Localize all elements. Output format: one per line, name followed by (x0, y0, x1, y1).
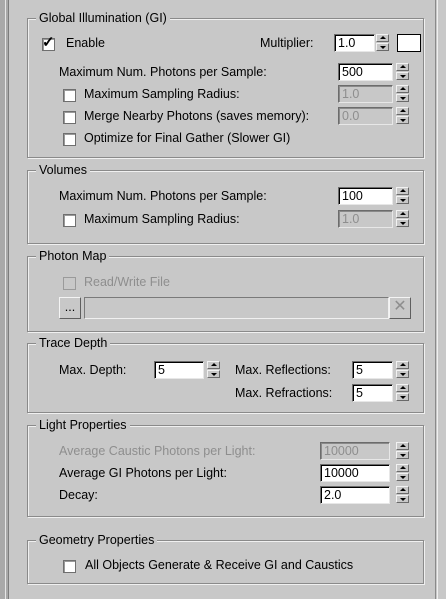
caustic-photons-label: Average Caustic Photons per Light: (59, 444, 256, 458)
decay-field[interactable]: 2.0 (320, 486, 390, 504)
multiplier-label: Multiplier: (260, 36, 314, 50)
decay-spinner[interactable]: 2.0 (320, 486, 409, 504)
gi-max-radius-field[interactable]: 1.0 (338, 85, 393, 103)
all-objects-gi-caustics-checkbox[interactable] (63, 560, 76, 573)
caustic-photons-field[interactable]: 10000 (320, 442, 390, 460)
gi-max-photons-field[interactable]: 500 (338, 63, 393, 81)
read-write-file-checkbox[interactable] (63, 277, 76, 290)
group-title: Volumes (36, 162, 90, 178)
group-volumes: Volumes Maximum Num. Photons per Sample:… (27, 162, 424, 244)
gi-photons-label: Average GI Photons per Light: (59, 466, 227, 480)
multiplier-field[interactable]: 1.0 (334, 34, 375, 52)
vol-max-radius-label: Maximum Sampling Radius: (84, 212, 240, 226)
clear-file-icon[interactable]: ✕ (389, 297, 411, 319)
max-reflections-field[interactable]: 5 (352, 361, 393, 379)
merge-photons-label: Merge Nearby Photons (saves memory): (84, 109, 310, 123)
spinner-arrows-icon[interactable] (396, 187, 409, 205)
spinner-arrows-icon[interactable] (396, 464, 409, 482)
group-trace-depth: Trace Depth Max. Depth: 5 Max. Reflectio… (27, 335, 424, 413)
gi-max-radius-spinner[interactable]: 1.0 (338, 85, 409, 103)
vol-max-radius-spinner[interactable]: 1.0 (338, 210, 409, 228)
gi-max-radius-checkbox[interactable] (63, 89, 76, 102)
decay-label: Decay: (59, 488, 98, 502)
spinner-arrows-icon[interactable] (396, 384, 409, 402)
spinner-arrows-icon[interactable] (396, 210, 409, 228)
multiplier-spinner[interactable]: 1.0 (334, 34, 390, 52)
all-objects-gi-caustics-label: All Objects Generate & Receive GI and Ca… (85, 558, 354, 572)
spinner-arrows-icon[interactable] (396, 442, 409, 460)
optimize-final-gather-checkbox[interactable] (63, 133, 76, 146)
multiplier-color-swatch[interactable] (397, 34, 421, 52)
read-write-file-label: Read/Write File (84, 275, 170, 289)
photon-map-file-field[interactable] (84, 297, 389, 319)
max-reflections-label: Max. Reflections: (235, 363, 331, 377)
gi-max-radius-label: Maximum Sampling Radius: (84, 87, 240, 101)
vol-max-photons-spinner[interactable]: 100 (338, 187, 409, 205)
group-light-properties: Light Properties Average Caustic Photons… (27, 417, 424, 517)
gi-max-photons-spinner[interactable]: 500 (338, 63, 409, 81)
group-photon-map: Photon Map Read/Write File ... ✕ (27, 248, 424, 332)
browse-file-button[interactable]: ... (59, 297, 81, 319)
gi-photons-spinner[interactable]: 10000 (320, 464, 409, 482)
vol-max-photons-field[interactable]: 100 (338, 187, 393, 205)
optimize-final-gather-label: Optimize for Final Gather (Slower GI) (84, 131, 291, 145)
group-title: Photon Map (36, 248, 110, 264)
checkmark-icon: ✓ (42, 34, 55, 51)
vol-max-radius-checkbox[interactable] (63, 214, 76, 227)
panel-scrollbar[interactable] (435, 0, 446, 599)
max-depth-label: Max. Depth: (59, 363, 127, 377)
max-reflections-spinner[interactable]: 5 (352, 361, 409, 379)
group-title: Trace Depth (36, 335, 111, 351)
max-depth-field[interactable]: 5 (154, 361, 204, 379)
merge-photons-field[interactable]: 0.0 (338, 107, 393, 125)
enable-label: Enable (66, 36, 105, 50)
gi-max-photons-label: Maximum Num. Photons per Sample: (59, 65, 267, 79)
max-refractions-spinner[interactable]: 5 (352, 384, 409, 402)
spinner-arrows-icon[interactable] (396, 63, 409, 81)
max-refractions-field[interactable]: 5 (352, 384, 393, 402)
spinner-arrows-icon[interactable] (396, 361, 409, 379)
panel-left-edge (0, 0, 9, 599)
vol-max-photons-label: Maximum Num. Photons per Sample: (59, 189, 267, 203)
spinner-arrows-icon[interactable] (396, 85, 409, 103)
spinner-arrows-icon[interactable] (396, 486, 409, 504)
max-refractions-label: Max. Refractions: (235, 386, 333, 400)
merge-photons-checkbox[interactable] (63, 111, 76, 124)
spinner-arrows-icon[interactable] (376, 34, 389, 52)
vol-max-radius-field[interactable]: 1.0 (338, 210, 393, 228)
group-title: Geometry Properties (36, 532, 158, 548)
caustic-photons-spinner[interactable]: 10000 (320, 442, 409, 460)
max-depth-spinner[interactable]: 5 (154, 361, 222, 379)
merge-photons-spinner[interactable]: 0.0 (338, 107, 409, 125)
group-title: Global Illumination (GI) (36, 10, 170, 26)
group-global-illumination: Global Illumination (GI) ✓ Enable Multip… (27, 10, 424, 158)
group-geometry-properties: Geometry Properties All Objects Generate… (27, 532, 424, 584)
gi-photons-field[interactable]: 10000 (320, 464, 390, 482)
group-title: Light Properties (36, 417, 130, 433)
spinner-arrows-icon[interactable] (396, 107, 409, 125)
enable-checkbox[interactable]: ✓ (42, 34, 55, 51)
spinner-arrows-icon[interactable] (207, 361, 220, 379)
